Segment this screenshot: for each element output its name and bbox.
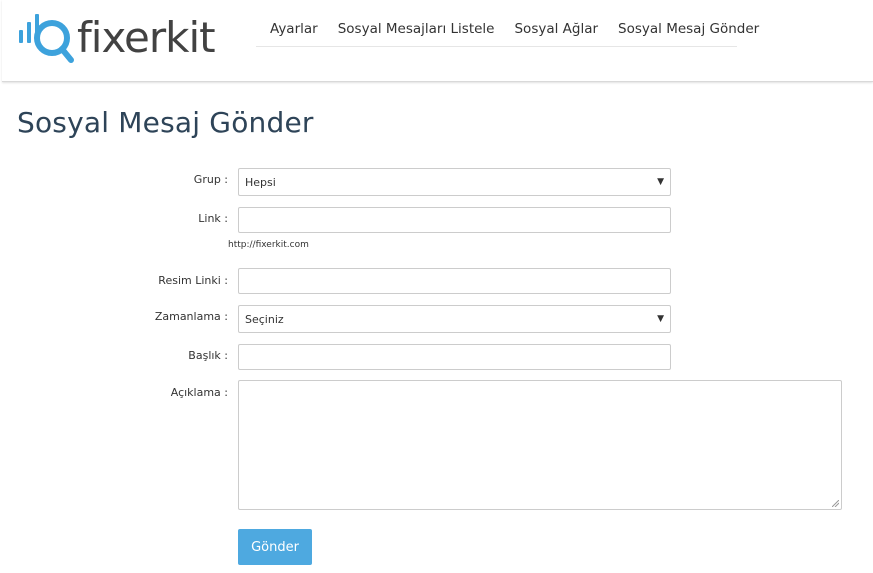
grup-label: Grup :: [193, 173, 228, 186]
aciklama-label: Açıklama :: [170, 386, 228, 399]
zamanlama-label: Zamanlama :: [154, 310, 228, 323]
link-label: Link :: [198, 212, 228, 225]
aciklama-textarea[interactable]: [238, 380, 842, 510]
link-input[interactable]: [238, 207, 671, 233]
logo-magnifier-icon: [19, 14, 74, 63]
logo-text: fixerkit: [77, 13, 216, 62]
nav-item-sosyal-mesaj-gonder[interactable]: Sosyal Mesaj Gönder: [608, 12, 769, 46]
page-title: Sosyal Mesaj Gönder: [17, 106, 314, 139]
chevron-down-icon: ▼: [657, 314, 664, 324]
grup-select[interactable]: Hepsi ▼: [238, 168, 671, 196]
resim-linki-label: Resim Linki :: [158, 274, 228, 287]
fixerkit-logo[interactable]: fixerkit: [17, 12, 216, 64]
nav-item-ayarlar[interactable]: Ayarlar: [256, 12, 328, 46]
zamanlama-select[interactable]: Seçiniz ▼: [238, 305, 671, 333]
link-help-text: http://fixerkit.com: [228, 240, 309, 250]
gonder-button[interactable]: Gönder: [238, 529, 312, 565]
top-header: fixerkit Ayarlar Sosyal Mesajları Listel…: [2, 0, 873, 82]
resize-handle-icon[interactable]: [832, 500, 839, 507]
main-nav: Ayarlar Sosyal Mesajları Listele Sosyal …: [256, 12, 759, 47]
zamanlama-select-value: Seçiniz: [245, 312, 284, 326]
chevron-down-icon: ▼: [657, 177, 664, 187]
baslik-input[interactable]: [238, 344, 671, 370]
resim-linki-input[interactable]: [238, 268, 671, 294]
nav-item-sosyal-aglar[interactable]: Sosyal Ağlar: [504, 12, 608, 46]
nav-item-sosyal-mesajlari-listele[interactable]: Sosyal Mesajları Listele: [328, 12, 505, 46]
baslik-label: Başlık :: [188, 349, 228, 362]
grup-select-value: Hepsi: [245, 175, 276, 189]
